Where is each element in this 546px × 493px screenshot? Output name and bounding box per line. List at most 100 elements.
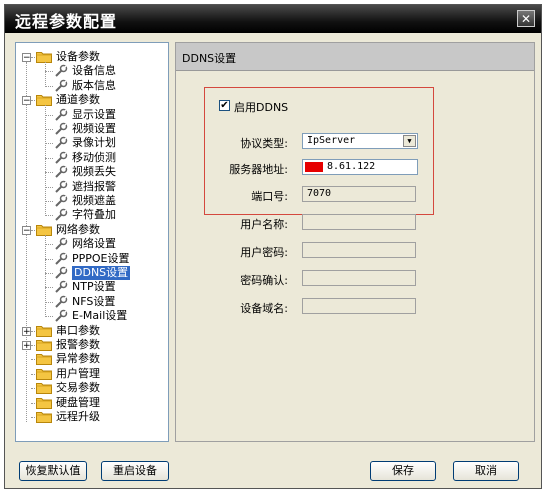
tree-connector: [45, 143, 53, 145]
tree-group[interactable]: + 串口参数: [16, 324, 166, 338]
tree-group-label: 网络参数: [56, 222, 100, 236]
tree-item[interactable]: 视频遮盖: [16, 194, 166, 208]
tree-item-label: PPPOE设置: [72, 251, 130, 265]
tree-group-label: 串口参数: [56, 323, 100, 337]
tree-group[interactable]: 异常参数: [16, 352, 166, 366]
folder-icon: [36, 353, 52, 366]
tree-connector: [45, 258, 53, 260]
collapse-icon[interactable]: −: [22, 53, 31, 63]
panel-header: DDNS设置: [176, 43, 534, 71]
tree-connector: [45, 301, 53, 303]
username-input[interactable]: [302, 214, 416, 230]
tree-group-label: 报警参数: [56, 338, 100, 351]
tree-item-label: 视频丢失: [72, 165, 116, 179]
protocol-value: IpServer: [307, 135, 356, 146]
tree-group[interactable]: 远程升级: [16, 410, 166, 424]
tree-item[interactable]: E-Mail设置: [16, 309, 166, 323]
protocol-select[interactable]: IpServer ▼: [302, 133, 418, 149]
tree-connector: [45, 129, 53, 130]
folder-icon: [36, 397, 52, 409]
port-input[interactable]: 7070: [302, 186, 416, 202]
tree-group[interactable]: − 通道参数: [16, 93, 166, 107]
dropdown-arrow-icon[interactable]: ▼: [403, 135, 416, 147]
tree-item[interactable]: PPPOE设置: [16, 252, 166, 266]
tree-group[interactable]: 交易参数: [16, 381, 166, 395]
tree-item[interactable]: 遮挡报警: [16, 180, 166, 194]
tree-connector: [45, 244, 53, 246]
password-label: 用户密码:: [240, 246, 288, 259]
tree-item[interactable]: 字符叠加: [16, 208, 166, 222]
title-bar[interactable]: 远程参数配置 ✕: [5, 5, 541, 33]
redaction-mark: [305, 162, 323, 172]
folder-icon: [36, 224, 52, 236]
expand-icon[interactable]: +: [22, 341, 31, 351]
username-label: 用户名称:: [240, 218, 288, 231]
close-icon[interactable]: ✕: [517, 10, 535, 27]
tree-connector: [45, 172, 53, 174]
folder-icon: [36, 368, 52, 380]
confirm-password-input[interactable]: [302, 270, 416, 286]
restore-defaults-button[interactable]: 恢复默认值: [19, 461, 87, 481]
tree-connector: [45, 71, 53, 73]
wrench-icon: [54, 252, 68, 266]
settings-tree: − 设备参数 设备信息 版本信息 − 通道参数 显示设置 视频设置 录像计划 移动侦测 视频丢失 遮挡…: [15, 42, 169, 442]
tree-connector: [45, 114, 53, 116]
cancel-button[interactable]: 取消: [453, 461, 519, 481]
tree-item-label: 网络设置: [72, 237, 116, 251]
tree-group[interactable]: 硬盘管理: [16, 396, 166, 410]
expand-icon[interactable]: +: [22, 326, 31, 336]
wrench-icon: [54, 266, 68, 280]
tree-item[interactable]: 设备信息: [16, 64, 166, 78]
tree-item[interactable]: 录像计划: [16, 136, 166, 150]
wrench-icon: [54, 208, 68, 222]
collapse-icon[interactable]: −: [22, 225, 31, 235]
folder-icon: [36, 339, 52, 351]
tree-item-label: NFS设置: [72, 294, 116, 308]
tree-connector: [45, 157, 53, 159]
folder-icon: [36, 94, 52, 107]
tree-item-label: 移动侦测: [72, 150, 116, 164]
tree-group[interactable]: − 网络参数: [16, 223, 166, 237]
server-address-label: 服务器地址:: [229, 163, 288, 176]
tree-vline: [45, 105, 46, 215]
tree-item[interactable]: NFS设置: [16, 295, 166, 309]
device-domain-input[interactable]: [302, 298, 416, 314]
wrench-icon: [54, 309, 68, 323]
tree-item[interactable]: 显示设置: [16, 108, 166, 122]
tree-item-label: 版本信息: [72, 78, 116, 92]
password-input[interactable]: [302, 242, 416, 258]
tree-connector: [45, 287, 53, 289]
save-button[interactable]: 保存: [370, 461, 436, 481]
tree-item[interactable]: NTP设置: [16, 280, 166, 294]
folder-icon: [36, 382, 52, 395]
tree-item-label: 显示设置: [72, 107, 116, 121]
tree-vline: [45, 234, 46, 316]
tree-item[interactable]: DDNS设置: [16, 266, 166, 280]
wrench-icon: [54, 151, 68, 165]
tree-item-label: E-Mail设置: [72, 309, 128, 323]
restart-device-button[interactable]: 重启设备: [101, 461, 169, 481]
tree-item[interactable]: 视频丢失: [16, 165, 166, 179]
tree-group[interactable]: 用户管理: [16, 367, 166, 381]
tree-group[interactable]: − 设备参数: [16, 50, 166, 64]
wrench-icon: [54, 194, 68, 208]
tree-item-label: 设备信息: [72, 64, 116, 78]
wrench-icon: [54, 295, 68, 309]
wrench-icon: [54, 122, 68, 136]
folder-icon: [36, 51, 52, 63]
server-address-input[interactable]: 8.61.122: [302, 159, 418, 175]
tree-group-label: 硬盘管理: [56, 395, 100, 409]
enable-ddns-label: 启用DDNS: [234, 101, 289, 114]
tree-item[interactable]: 网络设置: [16, 237, 166, 251]
tree-item[interactable]: 视频设置: [16, 122, 166, 136]
collapse-icon[interactable]: −: [22, 96, 31, 106]
tree-vline: [45, 62, 46, 85]
enable-ddns-checkbox[interactable]: ✔: [219, 100, 230, 111]
server-address-value: 8.61.122: [327, 161, 376, 172]
tree-item[interactable]: 版本信息: [16, 79, 166, 93]
tree-item-label: 视频设置: [72, 122, 116, 135]
tree-item[interactable]: 移动侦测: [16, 151, 166, 165]
tree-group[interactable]: + 报警参数: [16, 338, 166, 352]
wrench-icon: [54, 136, 68, 150]
panel-title: DDNS设置: [182, 52, 237, 65]
